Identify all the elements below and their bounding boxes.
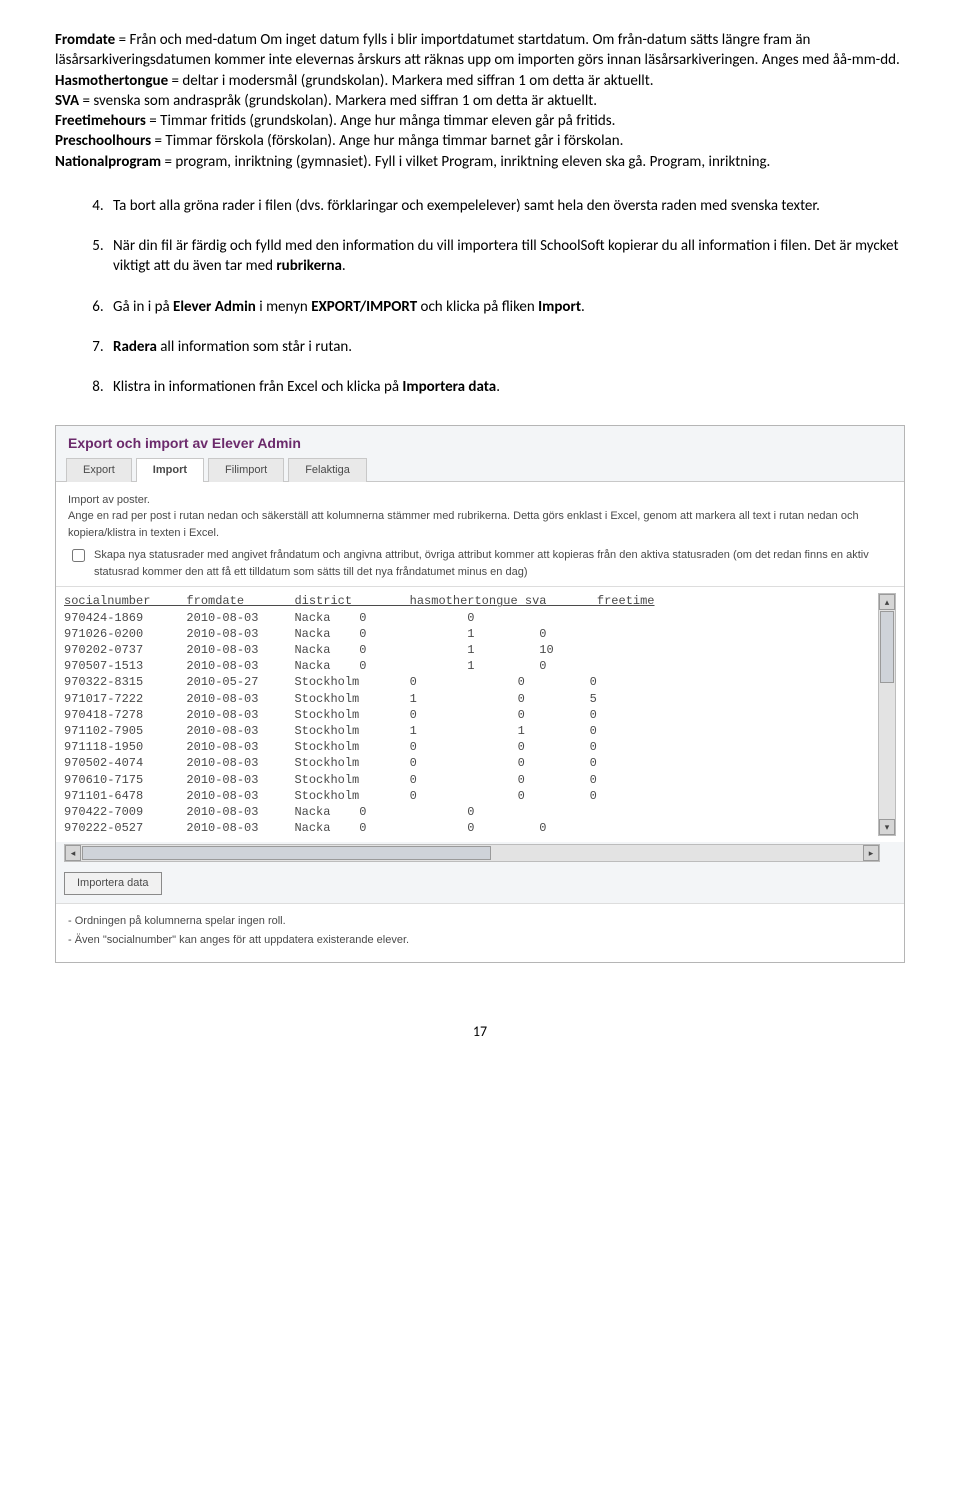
notes-block: - Ordningen på kolumnerna spelar ingen r…: [56, 903, 904, 961]
term-fromdate: Fromdate: [55, 31, 115, 49]
term-freetimehours: Freetimehours: [55, 112, 146, 130]
step-5: När din fil är färdig och fylld med den …: [107, 236, 905, 277]
import-data-button[interactable]: Importera data: [64, 872, 162, 895]
info-block: Import av poster. Ange en rad per post i…: [56, 482, 904, 588]
definitions-paragraph: Fromdate = Från och med-datum Om inget d…: [55, 30, 905, 172]
step-7: Radera all information som står i rutan.: [107, 337, 905, 357]
tab-import[interactable]: Import: [136, 458, 204, 482]
note-2: - Även "socialnumber" kan anges för att …: [68, 931, 892, 950]
tab-export[interactable]: Export: [66, 458, 132, 482]
term-preschoolhours: Preschoolhours: [55, 132, 151, 150]
app-panel: Export och import av Elever Admin Export…: [55, 425, 905, 962]
scroll-down-icon[interactable]: ▾: [879, 819, 895, 835]
scroll-left-icon[interactable]: ◂: [65, 845, 81, 861]
info-line-1: Import av poster.: [68, 492, 892, 509]
data-textarea[interactable]: socialnumber fromdate district hasmother…: [56, 587, 904, 842]
checkbox-label: Skapa nya statusrader med angivet frånda…: [94, 547, 892, 580]
step-6: Gå in i på Elever Admin i menyn EXPORT/I…: [107, 297, 905, 317]
vertical-scrollbar[interactable]: ▴ ▾: [878, 593, 896, 836]
term-nationalprogram: Nationalprogram: [55, 153, 161, 171]
term-hasmothertongue: Hasmothertongue: [55, 72, 168, 90]
tab-bar: Export Import Filimport Felaktiga: [56, 457, 904, 482]
horizontal-scrollbar[interactable]: ◂ ▸: [64, 844, 880, 862]
scroll-right-icon[interactable]: ▸: [863, 845, 879, 861]
steps-list: Ta bort alla gröna rader i filen (dvs. f…: [55, 196, 905, 398]
info-line-2: Ange en rad per post i rutan nedan och s…: [68, 508, 892, 541]
note-1: - Ordningen på kolumnerna spelar ingen r…: [68, 912, 892, 931]
status-row-checkbox[interactable]: [72, 549, 85, 562]
scroll-up-icon[interactable]: ▴: [879, 594, 895, 610]
page-number: 17: [55, 1023, 905, 1042]
app-title: Export och import av Elever Admin: [56, 426, 904, 457]
tab-filimport[interactable]: Filimport: [208, 458, 284, 482]
tab-felaktiga[interactable]: Felaktiga: [288, 458, 367, 482]
scroll-thumb[interactable]: [880, 611, 894, 683]
term-sva: SVA: [55, 92, 79, 110]
step-4: Ta bort alla gröna rader i filen (dvs. f…: [107, 196, 905, 216]
step-8: Klistra in informationen från Excel och …: [107, 377, 905, 397]
scroll-thumb-h[interactable]: [82, 846, 491, 860]
